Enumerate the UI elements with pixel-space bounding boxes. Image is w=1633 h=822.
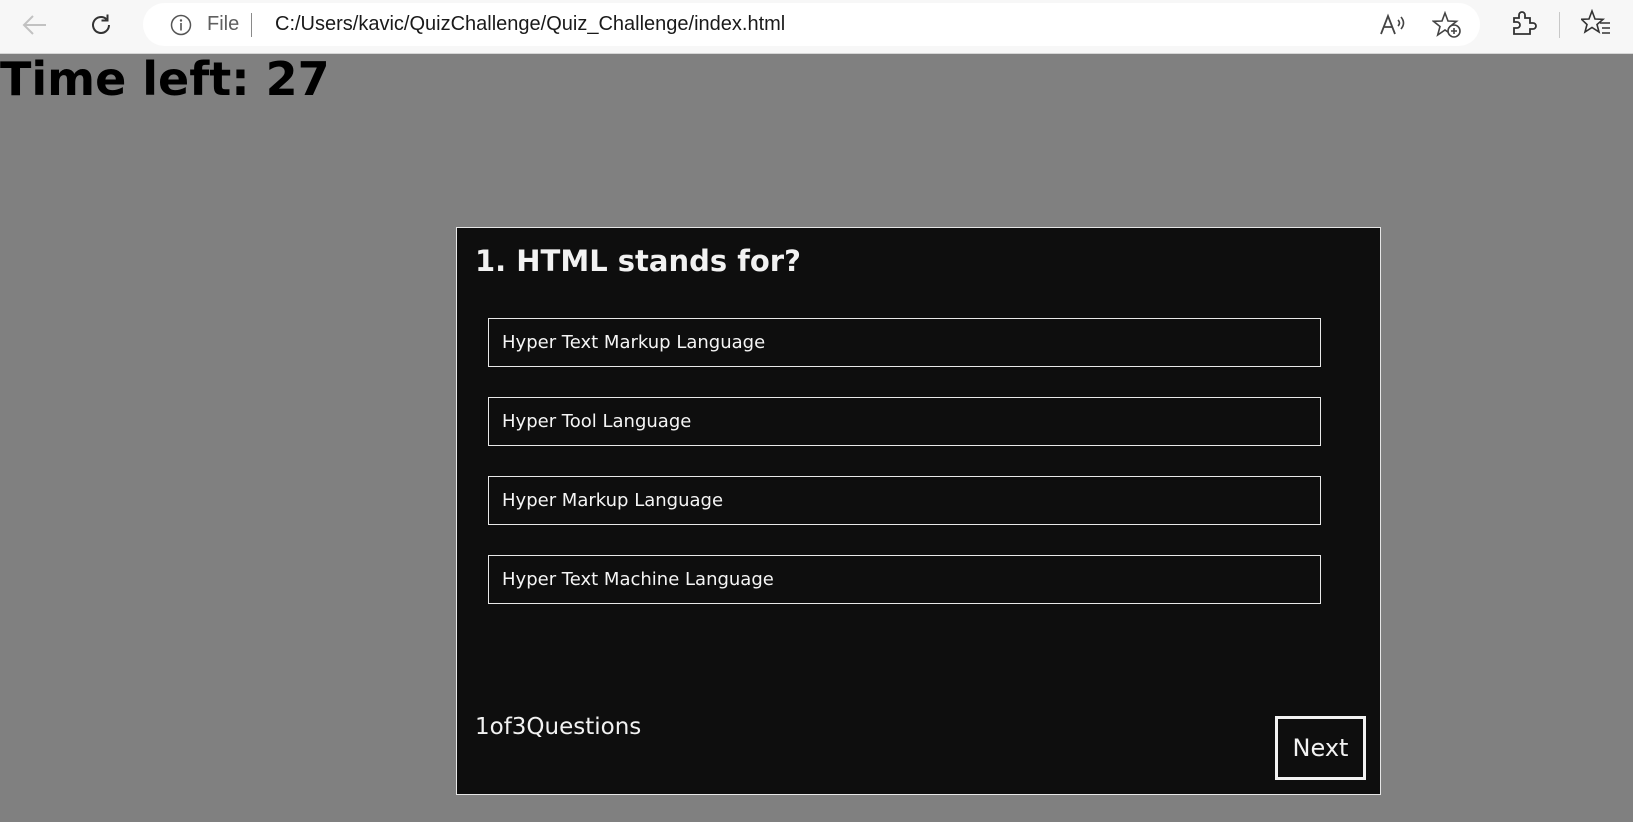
next-button[interactable]: Next bbox=[1275, 716, 1366, 780]
address-bar[interactable]: File C:/Users/kavic/QuizChallenge/Quiz_C… bbox=[143, 3, 1480, 46]
read-aloud-icon[interactable] bbox=[1378, 12, 1406, 38]
toolbar-separator bbox=[1559, 12, 1560, 38]
file-label: File bbox=[207, 13, 240, 35]
question-title: 1. HTML stands for? bbox=[475, 244, 801, 278]
answer-option-label: Hyper Text Markup Language bbox=[502, 332, 766, 353]
time-left-label: Time left: 27 bbox=[0, 52, 330, 106]
answer-option-1[interactable]: Hyper Text Markup Language bbox=[488, 318, 1321, 367]
reload-icon bbox=[92, 14, 110, 34]
browser-toolbar: File C:/Users/kavic/QuizChallenge/Quiz_C… bbox=[0, 0, 1633, 54]
answer-option-3[interactable]: Hyper Markup Language bbox=[488, 476, 1321, 525]
back-arrow-icon bbox=[22, 15, 46, 35]
answer-option-label: Hyper Text Machine Language bbox=[502, 569, 774, 590]
quiz-card: 1. HTML stands for? Hyper Text Markup La… bbox=[456, 227, 1381, 795]
answer-option-2[interactable]: Hyper Tool Language bbox=[488, 397, 1321, 446]
url-text[interactable]: C:/Users/kavic/QuizChallenge/Quiz_Challe… bbox=[275, 13, 785, 36]
answer-option-label: Hyper Tool Language bbox=[502, 411, 692, 432]
question-counter: 1of3Questions bbox=[475, 714, 642, 740]
info-icon[interactable] bbox=[170, 14, 192, 36]
add-favorite-icon[interactable] bbox=[1432, 11, 1462, 39]
address-separator bbox=[251, 13, 252, 37]
back-button[interactable] bbox=[17, 7, 53, 43]
extensions-icon[interactable] bbox=[1509, 9, 1537, 37]
reload-button[interactable] bbox=[83, 7, 119, 43]
answer-option-label: Hyper Markup Language bbox=[502, 490, 724, 511]
answer-options: Hyper Text Markup Language Hyper Tool La… bbox=[488, 318, 1321, 634]
favorites-icon[interactable] bbox=[1581, 9, 1611, 37]
answer-option-4[interactable]: Hyper Text Machine Language bbox=[488, 555, 1321, 604]
